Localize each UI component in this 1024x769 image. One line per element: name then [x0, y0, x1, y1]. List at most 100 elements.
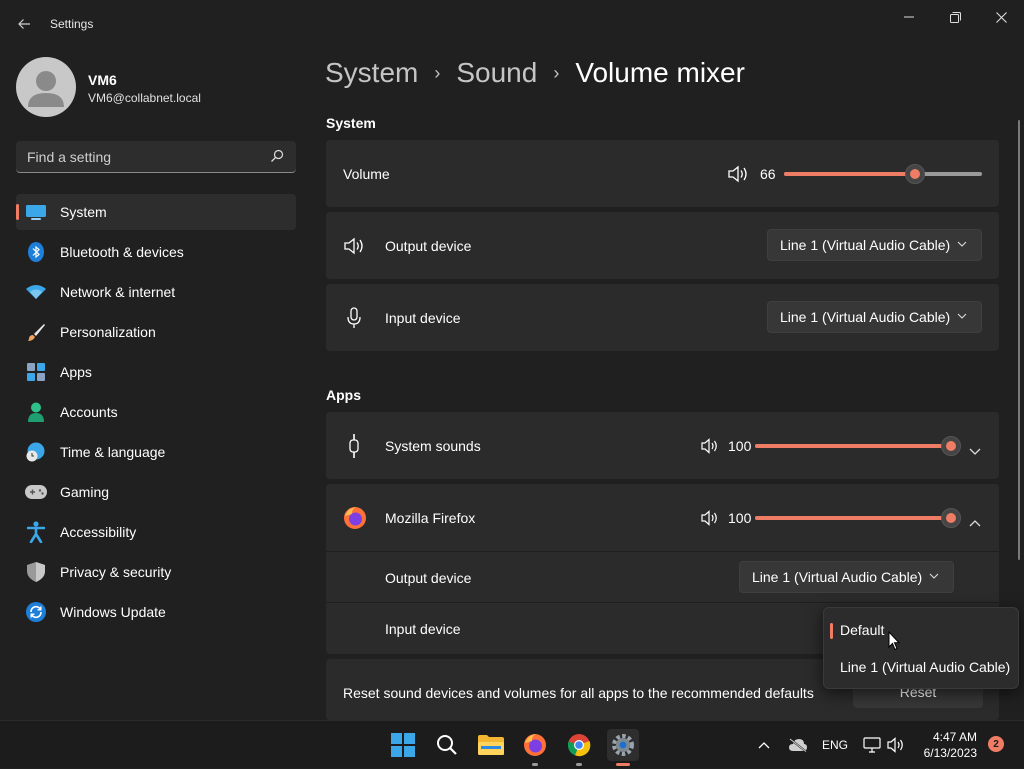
search-icon[interactable] — [270, 149, 284, 163]
firefox-slider[interactable] — [755, 508, 961, 528]
sidebar-item-system[interactable]: System — [16, 194, 296, 230]
firefox-input-device-label: Input device — [385, 621, 461, 637]
sidebar-item-network[interactable]: Network & internet — [16, 274, 296, 310]
gamepad-icon — [25, 481, 47, 503]
system-sounds-slider[interactable] — [755, 436, 961, 456]
sidebar-item-time-language[interactable]: Time & language — [16, 434, 296, 470]
slider-fill — [755, 444, 951, 448]
chevron-down-icon[interactable] — [969, 442, 981, 458]
search-input[interactable] — [16, 141, 269, 173]
input-device-label: Input device — [385, 310, 461, 326]
person-silhouette-icon — [28, 71, 64, 107]
minimize-button[interactable] — [886, 6, 932, 28]
start-button[interactable] — [387, 729, 419, 761]
section-title-apps: Apps — [326, 387, 361, 403]
firefox-taskbar-button[interactable] — [519, 729, 551, 766]
chrome-taskbar-button[interactable] — [563, 729, 595, 766]
input-device-select[interactable]: Line 1 (Virtual Audio Cable) — [767, 301, 982, 333]
sidebar-item-accounts[interactable]: Accounts — [16, 394, 296, 430]
network-tray-button[interactable] — [863, 721, 881, 769]
dropdown-option-default[interactable]: Default — [829, 622, 884, 639]
select-value: Line 1 (Virtual Audio Cable) — [752, 569, 923, 585]
system-icon — [25, 201, 47, 223]
chevron-down-icon — [957, 241, 967, 247]
accessibility-icon — [25, 521, 47, 543]
sidebar-item-accessibility[interactable]: Accessibility — [16, 514, 296, 550]
speaker-icon — [343, 236, 365, 259]
brush-icon — [25, 321, 47, 343]
breadcrumb-system[interactable]: System — [325, 57, 418, 89]
sidebar-item-personalization[interactable]: Personalization — [16, 314, 296, 350]
sidebar-item-gaming[interactable]: Gaming — [16, 474, 296, 510]
globe-clock-icon — [25, 441, 47, 463]
search-box — [16, 141, 296, 173]
sidebar-item-label: Accounts — [60, 404, 118, 420]
output-device-label: Output device — [385, 238, 472, 254]
speaker-icon — [887, 737, 903, 753]
slider-fill — [755, 516, 951, 520]
language-indicator[interactable]: ENG — [822, 721, 848, 769]
back-arrow-icon — [18, 19, 30, 29]
dropdown-option-line1[interactable]: Line 1 (Virtual Audio Cable) — [840, 659, 1010, 675]
close-button[interactable] — [978, 6, 1024, 28]
input-device-card: Input device Line 1 (Virtual Audio Cable… — [326, 284, 999, 351]
speaker-icon[interactable] — [701, 510, 719, 529]
scrollbar[interactable] — [1018, 120, 1020, 560]
select-value: Line 1 (Virtual Audio Cable) — [780, 237, 951, 253]
taskbar: ENG 4:47 AM 6/13/2023 — [0, 720, 1024, 768]
system-volume-card: Volume 66 — [326, 140, 999, 207]
firefox-icon — [524, 734, 546, 756]
system-sounds-card[interactable]: System sounds 100 — [326, 412, 999, 479]
chevron-up-icon — [758, 741, 770, 748]
speaker-icon[interactable] — [727, 164, 749, 187]
onedrive-tray-button[interactable] — [788, 721, 808, 769]
chevron-down-icon — [957, 313, 967, 319]
volume-slider[interactable] — [784, 164, 982, 184]
sidebar-item-label: Bluetooth & devices — [60, 244, 184, 260]
taskbar-search-button[interactable] — [431, 729, 463, 761]
firefox-label: Mozilla Firefox — [385, 510, 476, 526]
maximize-button[interactable] — [932, 6, 978, 28]
settings-icon — [612, 734, 634, 756]
breadcrumb-sound[interactable]: Sound — [456, 57, 537, 89]
breadcrumb: System › Sound › Volume mixer — [325, 57, 745, 89]
volume-label: Volume — [343, 166, 390, 182]
volume-tray-button[interactable] — [887, 721, 905, 769]
avatar[interactable] — [16, 57, 76, 117]
show-hidden-icons-button[interactable] — [758, 721, 770, 769]
audio-jack-icon — [348, 434, 360, 461]
back-button[interactable] — [12, 12, 36, 36]
sidebar-item-label: Accessibility — [60, 524, 137, 540]
window-title: Settings — [50, 17, 94, 31]
bluetooth-icon — [25, 241, 47, 263]
active-indicator — [616, 763, 630, 766]
firefox-output-device-label: Output device — [385, 570, 472, 586]
clock[interactable]: 4:47 AM 6/13/2023 — [915, 729, 977, 761]
clock-date: 6/13/2023 — [923, 746, 977, 760]
microphone-icon — [347, 307, 361, 332]
sidebar-item-bluetooth[interactable]: Bluetooth & devices — [16, 234, 296, 270]
output-device-select[interactable]: Line 1 (Virtual Audio Cable) — [767, 229, 982, 261]
settings-taskbar-button[interactable] — [607, 729, 639, 766]
firefox-output-device-select[interactable]: Line 1 (Virtual Audio Cable) — [739, 561, 954, 593]
reset-description: Reset sound devices and volumes for all … — [343, 685, 814, 701]
running-indicator — [576, 763, 582, 766]
maximize-icon — [949, 11, 961, 23]
mouse-cursor-icon — [888, 631, 900, 651]
speaker-icon[interactable] — [701, 438, 719, 457]
sidebar-item-apps[interactable]: Apps — [16, 354, 296, 390]
slider-thumb[interactable] — [941, 436, 961, 456]
slider-thumb[interactable] — [905, 164, 925, 184]
person-icon — [25, 401, 47, 423]
sidebar-item-label: Personalization — [60, 324, 156, 340]
notification-badge[interactable]: 2 — [988, 736, 1004, 752]
slider-thumb[interactable] — [941, 508, 961, 528]
sidebar-item-label: System — [60, 204, 107, 220]
page-title: Volume mixer — [575, 57, 745, 88]
sidebar-item-windows-update[interactable]: Windows Update — [16, 594, 296, 630]
chevron-up-icon[interactable] — [969, 514, 981, 530]
sidebar-item-privacy[interactable]: Privacy & security — [16, 554, 296, 590]
wifi-icon — [25, 281, 47, 303]
apps-icon — [25, 361, 47, 383]
file-explorer-button[interactable] — [475, 729, 507, 761]
